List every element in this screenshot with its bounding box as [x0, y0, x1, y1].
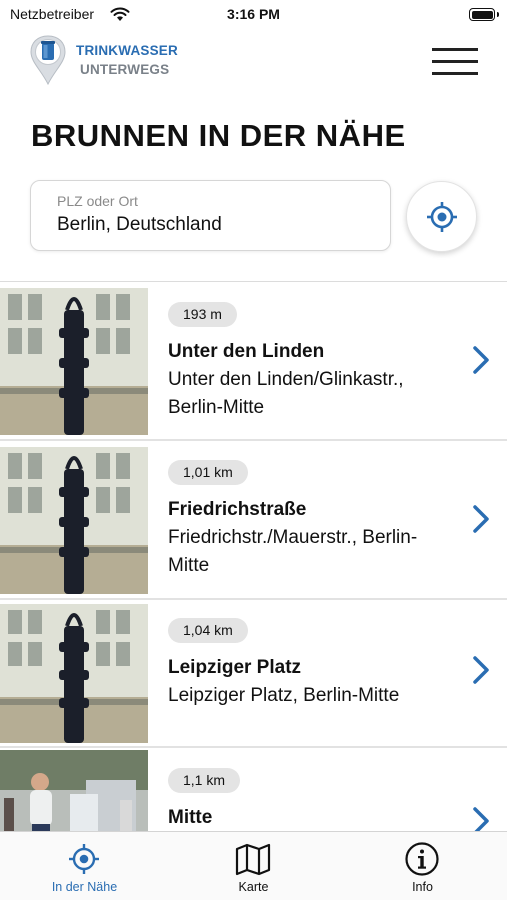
info-icon [405, 842, 439, 876]
fountain-name: Leipziger Platz [168, 657, 302, 678]
search-placeholder: PLZ oder Ort [57, 193, 138, 209]
address-line: Unter den Linden/Glinkastr., [168, 369, 404, 390]
tab-label: Info [412, 880, 433, 894]
tab-map[interactable]: Karte [169, 832, 338, 900]
fountain-name: Mitte [168, 807, 213, 828]
chevron-right-icon[interactable] [470, 504, 492, 534]
hamburger-menu-icon[interactable] [432, 47, 478, 77]
list-item[interactable]: 1,01 km Friedrichstraße Friedrichstr./Ma… [0, 441, 507, 600]
fountain-name: Unter den Linden [168, 341, 325, 362]
map-icon [235, 843, 271, 876]
tab-bar: In der Nähe Karte Info [0, 831, 507, 900]
location-target-icon [69, 844, 99, 874]
chevron-right-icon[interactable] [470, 655, 492, 685]
fountain-address: Leipziger Platz, Berlin-Mitte [168, 682, 399, 710]
locate-me-button[interactable] [406, 181, 477, 252]
tab-info[interactable]: Info [338, 832, 507, 900]
status-bar: Netzbetreiber 3:16 PM [0, 0, 507, 30]
status-time: 3:16 PM [227, 6, 280, 22]
water-pump-photo [0, 604, 148, 743]
water-pump-photo [0, 447, 148, 594]
chevron-right-icon[interactable] [470, 345, 492, 375]
brand-subtitle: UNTERWEGS [80, 62, 170, 77]
battery-icon [469, 8, 499, 21]
page-title: BRUNNEN IN DER NÄHE [31, 118, 406, 153]
address-line: Leipziger Platz, Berlin-Mitte [168, 685, 400, 706]
distance-badge: 1,04 km [168, 618, 248, 643]
fountain-address: Friedrichstr./Mauerstr., Berlin- Mitte [168, 524, 417, 580]
brand-title: TRINKWASSER [76, 43, 178, 58]
tab-label: Karte [238, 880, 269, 894]
fountain-address: Unter den Linden/Glinkastr., Berlin-Mitt… [168, 366, 404, 422]
address-line: Berlin-Mitte [168, 397, 265, 418]
address-line: Mitte [168, 555, 210, 576]
water-fountain-pin-icon[interactable] [28, 34, 68, 86]
list-item[interactable]: 1,04 km Leipziger Platz Leipziger Platz,… [0, 600, 507, 748]
distance-badge: 1,01 km [168, 460, 248, 485]
fountain-list[interactable]: 193 m Unter den Linden Unter den Linden/… [0, 281, 507, 831]
list-item[interactable]: 1,1 km Mitte [0, 748, 507, 831]
water-pump-photo [0, 288, 148, 435]
street-scene-photo [0, 750, 148, 831]
tab-nearby[interactable]: In der Nähe [0, 832, 169, 900]
fountain-name: Friedrichstraße [168, 499, 307, 520]
tab-label: In der Nähe [51, 880, 118, 894]
search-value[interactable]: Berlin, Deutschland [57, 214, 222, 236]
distance-badge: 193 m [168, 302, 237, 327]
chevron-right-icon[interactable] [470, 806, 492, 831]
address-line: Friedrichstr./Mauerstr., Berlin- [168, 527, 418, 548]
search-input[interactable]: PLZ oder Ort Berlin, Deutschland [30, 180, 391, 251]
list-item[interactable]: 193 m Unter den Linden Unter den Linden/… [0, 282, 507, 441]
distance-badge: 1,1 km [168, 768, 241, 793]
location-target-icon [427, 202, 457, 232]
